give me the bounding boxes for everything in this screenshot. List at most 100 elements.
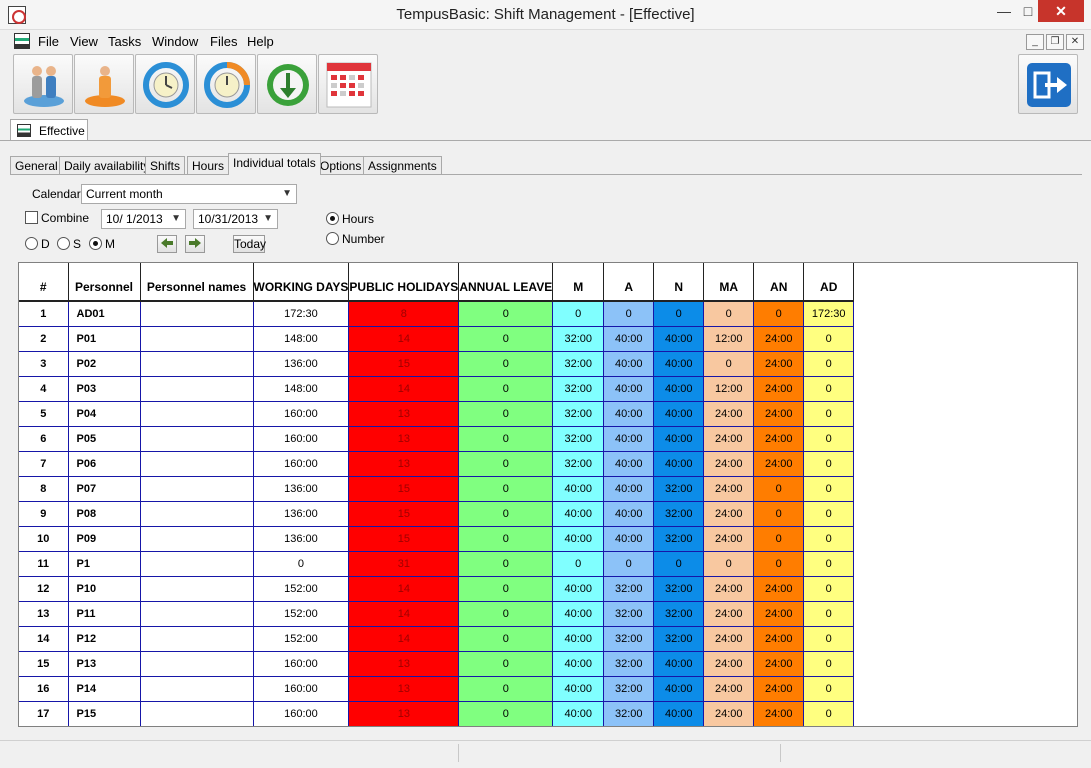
table-cell[interactable]: 40:00 — [552, 651, 605, 677]
calendar-button[interactable] — [318, 54, 378, 114]
table-cell[interactable]: 40:00 — [603, 501, 655, 527]
table-cell[interactable]: 0 — [703, 301, 755, 327]
table-cell[interactable] — [140, 701, 254, 726]
table-cell[interactable]: 6 — [19, 426, 69, 452]
table-cell[interactable]: P05 — [68, 426, 141, 452]
mdi-document-icon[interactable] — [14, 33, 30, 49]
table-cell[interactable]: 0 — [458, 651, 554, 677]
table-cell[interactable]: 160:00 — [253, 401, 350, 427]
table-cell[interactable]: 0 — [753, 501, 805, 527]
column-header[interactable]: MA — [703, 263, 755, 302]
table-cell[interactable]: 24:00 — [703, 451, 755, 477]
table-cell[interactable]: 0 — [458, 426, 554, 452]
column-header[interactable]: Personnel — [68, 263, 141, 302]
table-cell[interactable]: 24:00 — [753, 326, 805, 352]
table-row[interactable]: 10 P09 136:00 15 0 40:00 40:00 32:00 24:00 0 0 — [19, 526, 855, 552]
table-cell[interactable]: 40:00 — [552, 701, 605, 726]
exit-button[interactable] — [1018, 54, 1078, 114]
table-cell[interactable]: 24:00 — [703, 501, 755, 527]
column-header[interactable]: ANNUAL LEAVE — [458, 263, 554, 302]
table-cell[interactable]: 13 — [348, 451, 460, 477]
table-cell[interactable] — [140, 501, 254, 527]
table-cell[interactable]: P12 — [68, 626, 141, 652]
table-cell[interactable]: 0 — [803, 676, 855, 702]
table-cell[interactable]: 24:00 — [703, 651, 755, 677]
table-cell[interactable]: 160:00 — [253, 426, 350, 452]
table-cell[interactable]: 15 — [348, 351, 460, 377]
table-cell[interactable]: P03 — [68, 376, 141, 402]
tab-general[interactable]: General — [10, 156, 63, 175]
table-cell[interactable]: 32:00 — [653, 626, 705, 652]
close-button[interactable]: ✕ — [1038, 0, 1084, 22]
table-cell[interactable]: 40:00 — [552, 501, 605, 527]
table-row[interactable]: 16 P14 160:00 13 0 40:00 32:00 40:00 24:00 24:00 0 — [19, 676, 855, 702]
table-cell[interactable]: 32:00 — [653, 476, 705, 502]
table-cell[interactable]: 0 — [753, 526, 805, 552]
table-cell[interactable] — [140, 476, 254, 502]
table-cell[interactable]: P08 — [68, 501, 141, 527]
table-cell[interactable]: P1 — [68, 551, 141, 577]
table-cell[interactable]: 11 — [19, 551, 69, 577]
table-row[interactable]: 14 P12 152:00 14 0 40:00 32:00 32:00 24:00 24:00 0 — [19, 626, 855, 652]
table-cell[interactable]: 0 — [458, 626, 554, 652]
unit-radio-number[interactable] — [326, 232, 339, 245]
period-radio-s[interactable] — [57, 237, 70, 250]
table-cell[interactable]: 24:00 — [753, 426, 805, 452]
table-cell[interactable]: 0 — [653, 551, 705, 577]
table-cell[interactable]: 172:30 — [253, 301, 350, 327]
table-row[interactable]: 5 P04 160:00 13 0 32:00 40:00 40:00 24:00 24:00 0 — [19, 401, 855, 427]
table-cell[interactable]: 0 — [458, 326, 554, 352]
table-cell[interactable]: 0 — [458, 476, 554, 502]
table-cell[interactable]: 136:00 — [253, 476, 350, 502]
table-cell[interactable]: 148:00 — [253, 376, 350, 402]
table-cell[interactable]: 40:00 — [653, 676, 705, 702]
date-to-picker[interactable]: 10/31/2013 ▼ — [193, 209, 278, 229]
table-row[interactable]: 3 P02 136:00 15 0 32:00 40:00 40:00 0 24:00 0 — [19, 351, 855, 377]
table-cell[interactable]: 0 — [803, 426, 855, 452]
table-cell[interactable]: 0 — [753, 301, 805, 327]
table-cell[interactable]: 13 — [348, 701, 460, 726]
table-cell[interactable]: 0 — [552, 301, 605, 327]
table-cell[interactable]: P10 — [68, 576, 141, 602]
table-cell[interactable]: 24:00 — [753, 401, 805, 427]
table-cell[interactable]: 24:00 — [753, 351, 805, 377]
table-cell[interactable]: 24:00 — [703, 576, 755, 602]
menu-file[interactable]: File — [38, 34, 59, 49]
table-cell[interactable]: 0 — [803, 701, 855, 726]
table-cell[interactable]: 0 — [803, 526, 855, 552]
table-cell[interactable] — [140, 426, 254, 452]
table-cell[interactable]: 40:00 — [603, 376, 655, 402]
table-cell[interactable]: 32:00 — [653, 501, 705, 527]
table-cell[interactable]: 0 — [458, 676, 554, 702]
personnel-button[interactable] — [74, 54, 134, 114]
column-header[interactable]: M — [552, 263, 605, 302]
table-cell[interactable]: 24:00 — [753, 651, 805, 677]
table-cell[interactable]: 0 — [552, 551, 605, 577]
table-cell[interactable] — [140, 326, 254, 352]
table-cell[interactable]: 32:00 — [552, 326, 605, 352]
table-cell[interactable] — [140, 601, 254, 627]
table-cell[interactable]: 1 — [19, 301, 69, 327]
next-period-button[interactable] — [185, 235, 205, 253]
column-header[interactable]: AN — [753, 263, 805, 302]
table-cell[interactable] — [140, 401, 254, 427]
table-cell[interactable]: 40:00 — [653, 426, 705, 452]
table-cell[interactable]: 24:00 — [753, 451, 805, 477]
table-cell[interactable] — [140, 676, 254, 702]
table-cell[interactable]: 15 — [19, 651, 69, 677]
table-cell[interactable]: 15 — [348, 501, 460, 527]
table-cell[interactable]: 14 — [348, 576, 460, 602]
table-cell[interactable]: 40:00 — [653, 326, 705, 352]
table-cell[interactable]: 0 — [458, 601, 554, 627]
table-cell[interactable] — [140, 301, 254, 327]
table-cell[interactable]: 14 — [348, 376, 460, 402]
table-cell[interactable]: 32:00 — [552, 426, 605, 452]
table-cell[interactable]: 0 — [803, 376, 855, 402]
table-cell[interactable]: 32:00 — [603, 651, 655, 677]
table-row[interactable]: 12 P10 152:00 14 0 40:00 32:00 32:00 24:00 24:00 0 — [19, 576, 855, 602]
table-cell[interactable]: 0 — [458, 301, 554, 327]
table-row[interactable]: 11 P1 0 31 0 0 0 0 0 0 0 — [19, 551, 855, 577]
table-cell[interactable]: 32:00 — [552, 351, 605, 377]
today-button[interactable]: Today — [233, 235, 266, 253]
table-cell[interactable]: P06 — [68, 451, 141, 477]
